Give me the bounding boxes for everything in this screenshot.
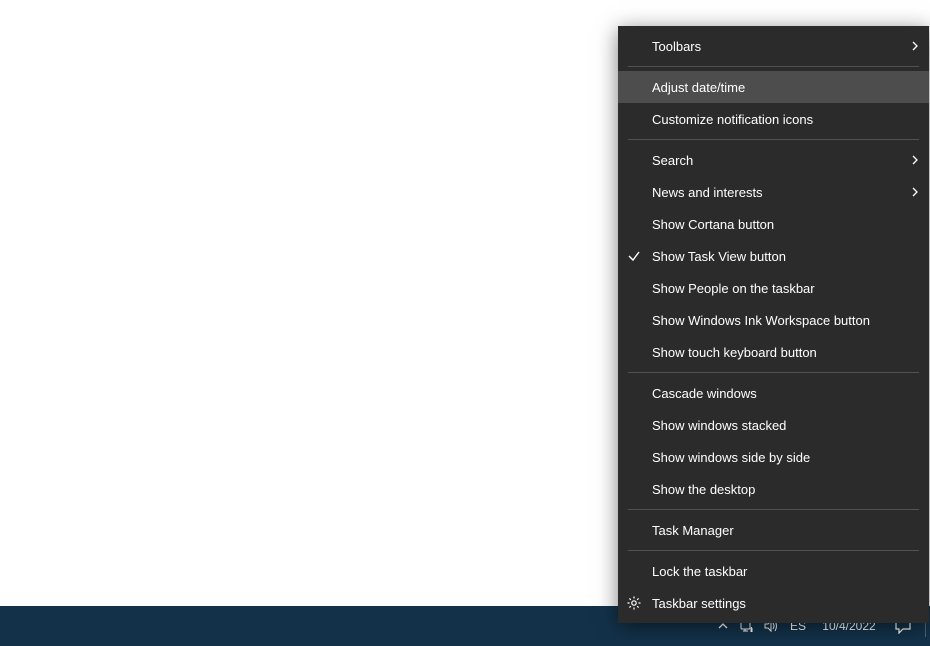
menu-separator [628, 66, 919, 67]
menu-item-cascade-windows[interactable]: Cascade windows [618, 377, 929, 409]
menu-item-show-windows-ink-workspace-button[interactable]: Show Windows Ink Workspace button [618, 304, 929, 336]
menu-separator [628, 509, 919, 510]
chevron-right-icon [911, 155, 919, 165]
menu-item-customize-notification-icons[interactable]: Customize notification icons [618, 103, 929, 135]
menu-item-show-windows-side-by-side[interactable]: Show windows side by side [618, 441, 929, 473]
menu-separator [628, 139, 919, 140]
menu-item-show-task-view-button[interactable]: Show Task View button [618, 240, 929, 272]
menu-item-label: News and interests [652, 185, 763, 200]
menu-item-label: Show Cortana button [652, 217, 774, 232]
menu-item-label: Task Manager [652, 523, 734, 538]
menu-item-task-manager[interactable]: Task Manager [618, 514, 929, 546]
menu-item-show-people-on-the-taskbar[interactable]: Show People on the taskbar [618, 272, 929, 304]
menu-item-label: Show windows side by side [652, 450, 810, 465]
menu-item-label: Show windows stacked [652, 418, 786, 433]
menu-separator [628, 372, 919, 373]
gear-icon [626, 595, 642, 611]
menu-item-show-the-desktop[interactable]: Show the desktop [618, 473, 929, 505]
menu-item-show-cortana-button[interactable]: Show Cortana button [618, 208, 929, 240]
menu-item-lock-the-taskbar[interactable]: Lock the taskbar [618, 555, 929, 587]
menu-item-label: Toolbars [652, 39, 701, 54]
menu-item-label: Show touch keyboard button [652, 345, 817, 360]
menu-item-label: Show People on the taskbar [652, 281, 815, 296]
menu-item-label: Show the desktop [652, 482, 755, 497]
check-icon [627, 249, 641, 263]
menu-item-show-touch-keyboard-button[interactable]: Show touch keyboard button [618, 336, 929, 368]
menu-item-label: Taskbar settings [652, 596, 746, 611]
menu-item-adjust-date-time[interactable]: Adjust date/time [618, 71, 929, 103]
menu-item-label: Customize notification icons [652, 112, 813, 127]
menu-item-label: Search [652, 153, 693, 168]
menu-item-news-and-interests[interactable]: News and interests [618, 176, 929, 208]
menu-item-label: Adjust date/time [652, 80, 745, 95]
menu-item-toolbars[interactable]: Toolbars [618, 30, 929, 62]
menu-item-show-windows-stacked[interactable]: Show windows stacked [618, 409, 929, 441]
menu-item-label: Lock the taskbar [652, 564, 747, 579]
menu-item-search[interactable]: Search [618, 144, 929, 176]
chevron-right-icon [911, 187, 919, 197]
taskbar-context-menu: Toolbars Adjust date/time Customize notifi… [618, 26, 929, 623]
menu-item-label: Cascade windows [652, 386, 757, 401]
menu-item-taskbar-settings[interactable]: Taskbar settings [618, 587, 929, 619]
menu-item-label: Show Windows Ink Workspace button [652, 313, 870, 328]
menu-separator [628, 550, 919, 551]
chevron-right-icon [911, 41, 919, 51]
menu-item-label: Show Task View button [652, 249, 786, 264]
